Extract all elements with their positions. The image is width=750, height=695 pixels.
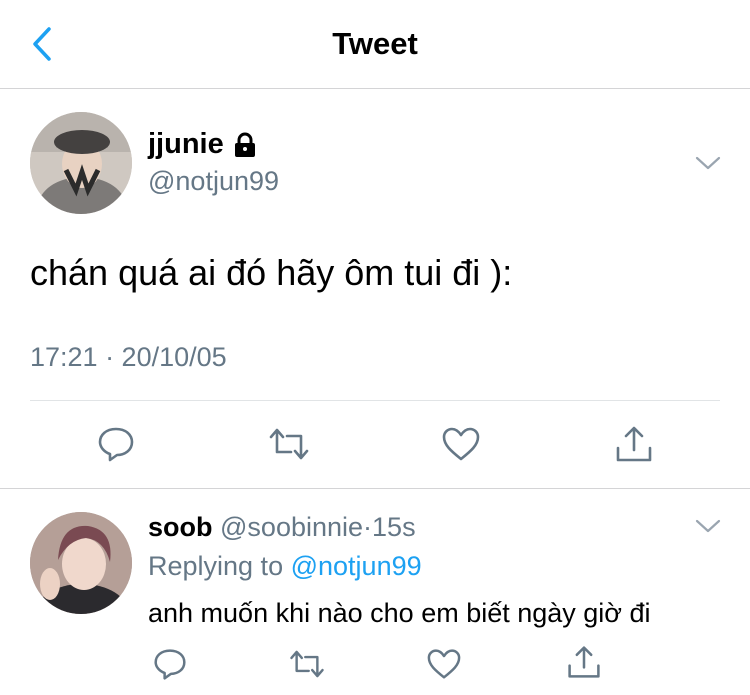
author-display-name: jjunie — [148, 128, 224, 160]
reply-icon — [98, 427, 134, 462]
reply-handle[interactable]: @soobinnie — [220, 512, 363, 542]
reply-separator: · — [363, 512, 373, 542]
tweet-timestamp: 17:21 · 20/10/05 — [30, 342, 227, 372]
page-title: Tweet — [332, 26, 418, 61]
like-button[interactable] — [439, 422, 483, 466]
reply-retweet-button[interactable] — [285, 642, 329, 686]
replying-to-line: Replying to @notjun99 — [148, 551, 422, 582]
author-avatar[interactable] — [30, 112, 132, 214]
retweet-button[interactable] — [267, 422, 311, 466]
section-divider — [0, 488, 750, 489]
reply-button[interactable] — [94, 422, 138, 466]
reply-author-avatar[interactable] — [30, 512, 132, 614]
reply-like-button[interactable] — [422, 642, 466, 686]
lock-icon — [232, 132, 258, 158]
reply-header: soob @soobinnie·15s — [148, 512, 416, 543]
reply-reply-button[interactable] — [148, 642, 192, 686]
like-icon — [442, 427, 480, 461]
reply-display-name[interactable]: soob — [148, 512, 213, 542]
share-icon — [616, 426, 652, 462]
author-handle[interactable]: @notjun99 — [148, 166, 279, 197]
reply-more-options-button[interactable] — [693, 511, 723, 541]
retweet-icon — [290, 650, 324, 678]
reply-icon — [154, 649, 186, 680]
retweet-icon — [269, 428, 309, 460]
more-options-button[interactable] — [693, 148, 723, 178]
replying-to-mention[interactable]: @notjun99 — [291, 551, 422, 581]
share-icon — [568, 646, 600, 678]
author-name[interactable]: jjunie — [148, 128, 258, 161]
tweet-text: chán quá ai đó hãy ôm tui đi ): — [30, 252, 513, 293]
chevron-down-icon — [695, 519, 721, 533]
share-button[interactable] — [612, 422, 656, 466]
reply-share-button[interactable] — [562, 640, 606, 684]
reply-time: 15s — [372, 512, 416, 542]
navigation-bar: Tweet — [0, 0, 750, 89]
replying-to-label: Replying to — [148, 551, 284, 581]
reply-text: anh muốn khi nào cho em biết ngày giờ đi — [148, 598, 651, 628]
like-icon — [427, 649, 461, 679]
chevron-down-icon — [695, 156, 721, 170]
divider — [30, 400, 720, 401]
